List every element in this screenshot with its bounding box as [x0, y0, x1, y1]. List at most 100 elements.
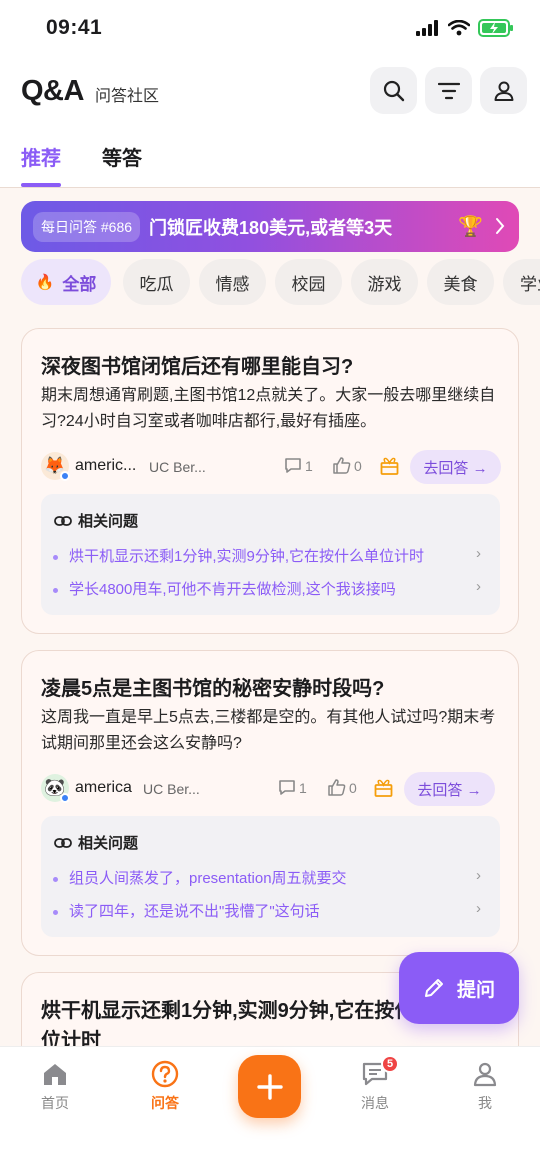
related-item[interactable]: 烘干机显示还剩1分钟,实测9分钟,它在按什么单位计时 › [53, 545, 485, 566]
related-questions: 相关问题 组员人间蒸发了，presentation周五就要交 › 读了四年，还是… [41, 816, 500, 937]
search-icon [383, 80, 404, 101]
app-logo: Q&A [21, 75, 84, 107]
question-title[interactable]: 烘干机显示还剩1分钟,实测9分钟,它在按什么单 [41, 994, 454, 1023]
chip-study[interactable]: 学业 [503, 259, 540, 305]
related-title: 相关问题 [78, 835, 139, 852]
related-item-text: 组员人间蒸发了，presentation周五就要交 [69, 870, 347, 887]
author-name[interactable]: america [75, 779, 132, 797]
gift-icon[interactable] [374, 779, 393, 797]
tab-waiting[interactable]: 等答 [102, 142, 142, 171]
related-title: 相关问题 [78, 513, 139, 530]
link-icon [54, 837, 72, 848]
question-body: 期末周想通宵刷题,主图书馆12点就关了。大家一般去哪里继续自习?24小时自习室或… [41, 387, 496, 430]
chevron-right-icon: › [476, 900, 481, 917]
question-circle-icon [151, 1060, 179, 1088]
chip-gossip[interactable]: 吃瓜 [123, 259, 190, 305]
chevron-right-icon [496, 218, 505, 234]
like-count-value: 0 [354, 457, 362, 474]
search-button[interactable] [370, 67, 417, 114]
related-item[interactable]: 学长4800甩车,可他不肯开去做检测,这个我该接吗 › [53, 578, 485, 599]
comment-count-value: 1 [305, 457, 313, 474]
comment-icon [285, 458, 301, 473]
related-item-text: 烘干机显示还剩1分钟,实测9分钟,它在按什么单位计时 [69, 548, 425, 565]
chip-emotion[interactable]: 情感 [199, 259, 266, 305]
online-dot [60, 793, 70, 803]
active-tab-indicator [21, 183, 61, 187]
question-card[interactable]: 深夜图书馆闭馆后还有哪里能自习? 期末周想通宵刷题,主图书馆12点就关了。大家一… [21, 328, 519, 634]
author-school: UC Ber... [143, 781, 200, 797]
question-body: 这周我一直是早上5点去,三楼都是空的。有其他人试过吗?期末考试期间那里还会这么安… [41, 709, 496, 752]
comment-count[interactable]: 1 [284, 457, 313, 474]
plus-icon [256, 1073, 283, 1100]
status-bar: 09:41 [0, 0, 540, 58]
comment-count[interactable]: 1 [278, 779, 307, 796]
signal-icon [416, 20, 438, 36]
unread-badge: 5 [381, 1055, 399, 1073]
pencil-icon [424, 979, 443, 997]
bullet [53, 554, 58, 560]
related-item[interactable]: 组员人间蒸发了，presentation周五就要交 › [53, 867, 485, 888]
app-header: Q&A 问答社区 推荐 等答 [0, 58, 540, 188]
question-title[interactable]: 深夜图书馆闭馆后还有哪里能自习? [41, 350, 353, 379]
fire-icon: 🔥 [35, 274, 55, 291]
nav-home-label: 首页 [41, 1095, 69, 1111]
bullet [53, 909, 58, 915]
question-card[interactable]: 凌晨5点是主图书馆的秘密安静时段吗? 这周我一直是早上5点去,三楼都是空的。有其… [21, 650, 519, 956]
chevron-right-icon: › [476, 545, 481, 562]
nav-qa-label: 问答 [151, 1095, 179, 1111]
nav-me-label: 我 [478, 1095, 492, 1111]
nav-messages-label: 消息 [361, 1095, 389, 1111]
tab-recommend[interactable]: 推荐 [21, 142, 61, 171]
chip-games[interactable]: 游戏 [351, 259, 418, 305]
nav-messages[interactable]: 消息 [340, 1059, 410, 1113]
user-icon [473, 1062, 497, 1087]
author-name[interactable]: americ... [75, 457, 136, 475]
question-title[interactable]: 凌晨5点是主图书馆的秘密安静时段吗? [41, 672, 384, 701]
gift-icon[interactable] [380, 457, 399, 475]
filter-icon [437, 82, 460, 99]
chip-food[interactable]: 美食 [427, 259, 494, 305]
filter-button[interactable] [425, 67, 472, 114]
author-school: UC Ber... [149, 459, 206, 475]
thumbs-up-icon [333, 457, 351, 474]
nav-qa[interactable]: 问答 [130, 1059, 200, 1113]
like-count[interactable]: 0 [328, 779, 357, 796]
related-item[interactable]: 读了四年，还是说不出"我懵了"这句话 › [53, 900, 485, 921]
daily-question-banner[interactable]: 每日问答 #686 门锁匠收费180美元,或者等3天 🏆 [21, 201, 519, 252]
related-header: 相关问题 [54, 832, 138, 853]
daily-badge: 每日问答 #686 [33, 211, 141, 242]
related-item-text: 学长4800甩车,可他不肯开去做检测,这个我该接吗 [69, 581, 396, 598]
link-icon [54, 515, 72, 526]
comment-icon [279, 780, 295, 795]
nav-me[interactable]: 我 [450, 1059, 520, 1113]
home-icon [44, 1064, 66, 1085]
create-post-button[interactable] [238, 1055, 301, 1118]
nav-home[interactable]: 首页 [20, 1059, 90, 1113]
trophy-icon: 🏆 [458, 216, 483, 238]
chip-label: 全部 [62, 274, 97, 294]
bottom-navigation: 首页 问答 消息 5 我 [0, 1046, 540, 1169]
chevron-right-icon: › [476, 867, 481, 884]
answer-button[interactable]: 去回答 → [410, 450, 501, 484]
like-count-value: 0 [349, 779, 357, 796]
like-count[interactable]: 0 [333, 457, 362, 474]
profile-button[interactable] [480, 67, 527, 114]
question-meta: 🐼 america UC Ber... 1 0 去回答 → [41, 772, 503, 806]
ask-label: 提问 [456, 979, 495, 1001]
bullet [53, 587, 58, 593]
thumbs-up-icon [328, 779, 346, 796]
app-subtitle: 问答社区 [95, 88, 160, 105]
chip-campus[interactable]: 校园 [275, 259, 342, 305]
status-icons [416, 19, 514, 37]
status-time: 09:41 [46, 16, 103, 39]
question-meta: 🦊 americ... UC Ber... 1 0 去回答 → [41, 450, 503, 484]
chip-all[interactable]: 🔥 全部 [21, 259, 111, 305]
related-header: 相关问题 [54, 510, 138, 531]
user-icon [494, 81, 513, 101]
ask-question-button[interactable]: 提问 [399, 952, 519, 1024]
daily-question-text: 门锁匠收费180美元,或者等3天 [149, 217, 393, 238]
answer-button[interactable]: 去回答 → [404, 772, 495, 806]
category-chips: 🔥 全部 吃瓜 情感 校园 游戏 美食 学业 [21, 259, 540, 305]
comment-count-value: 1 [299, 779, 307, 796]
wifi-icon [448, 20, 470, 36]
